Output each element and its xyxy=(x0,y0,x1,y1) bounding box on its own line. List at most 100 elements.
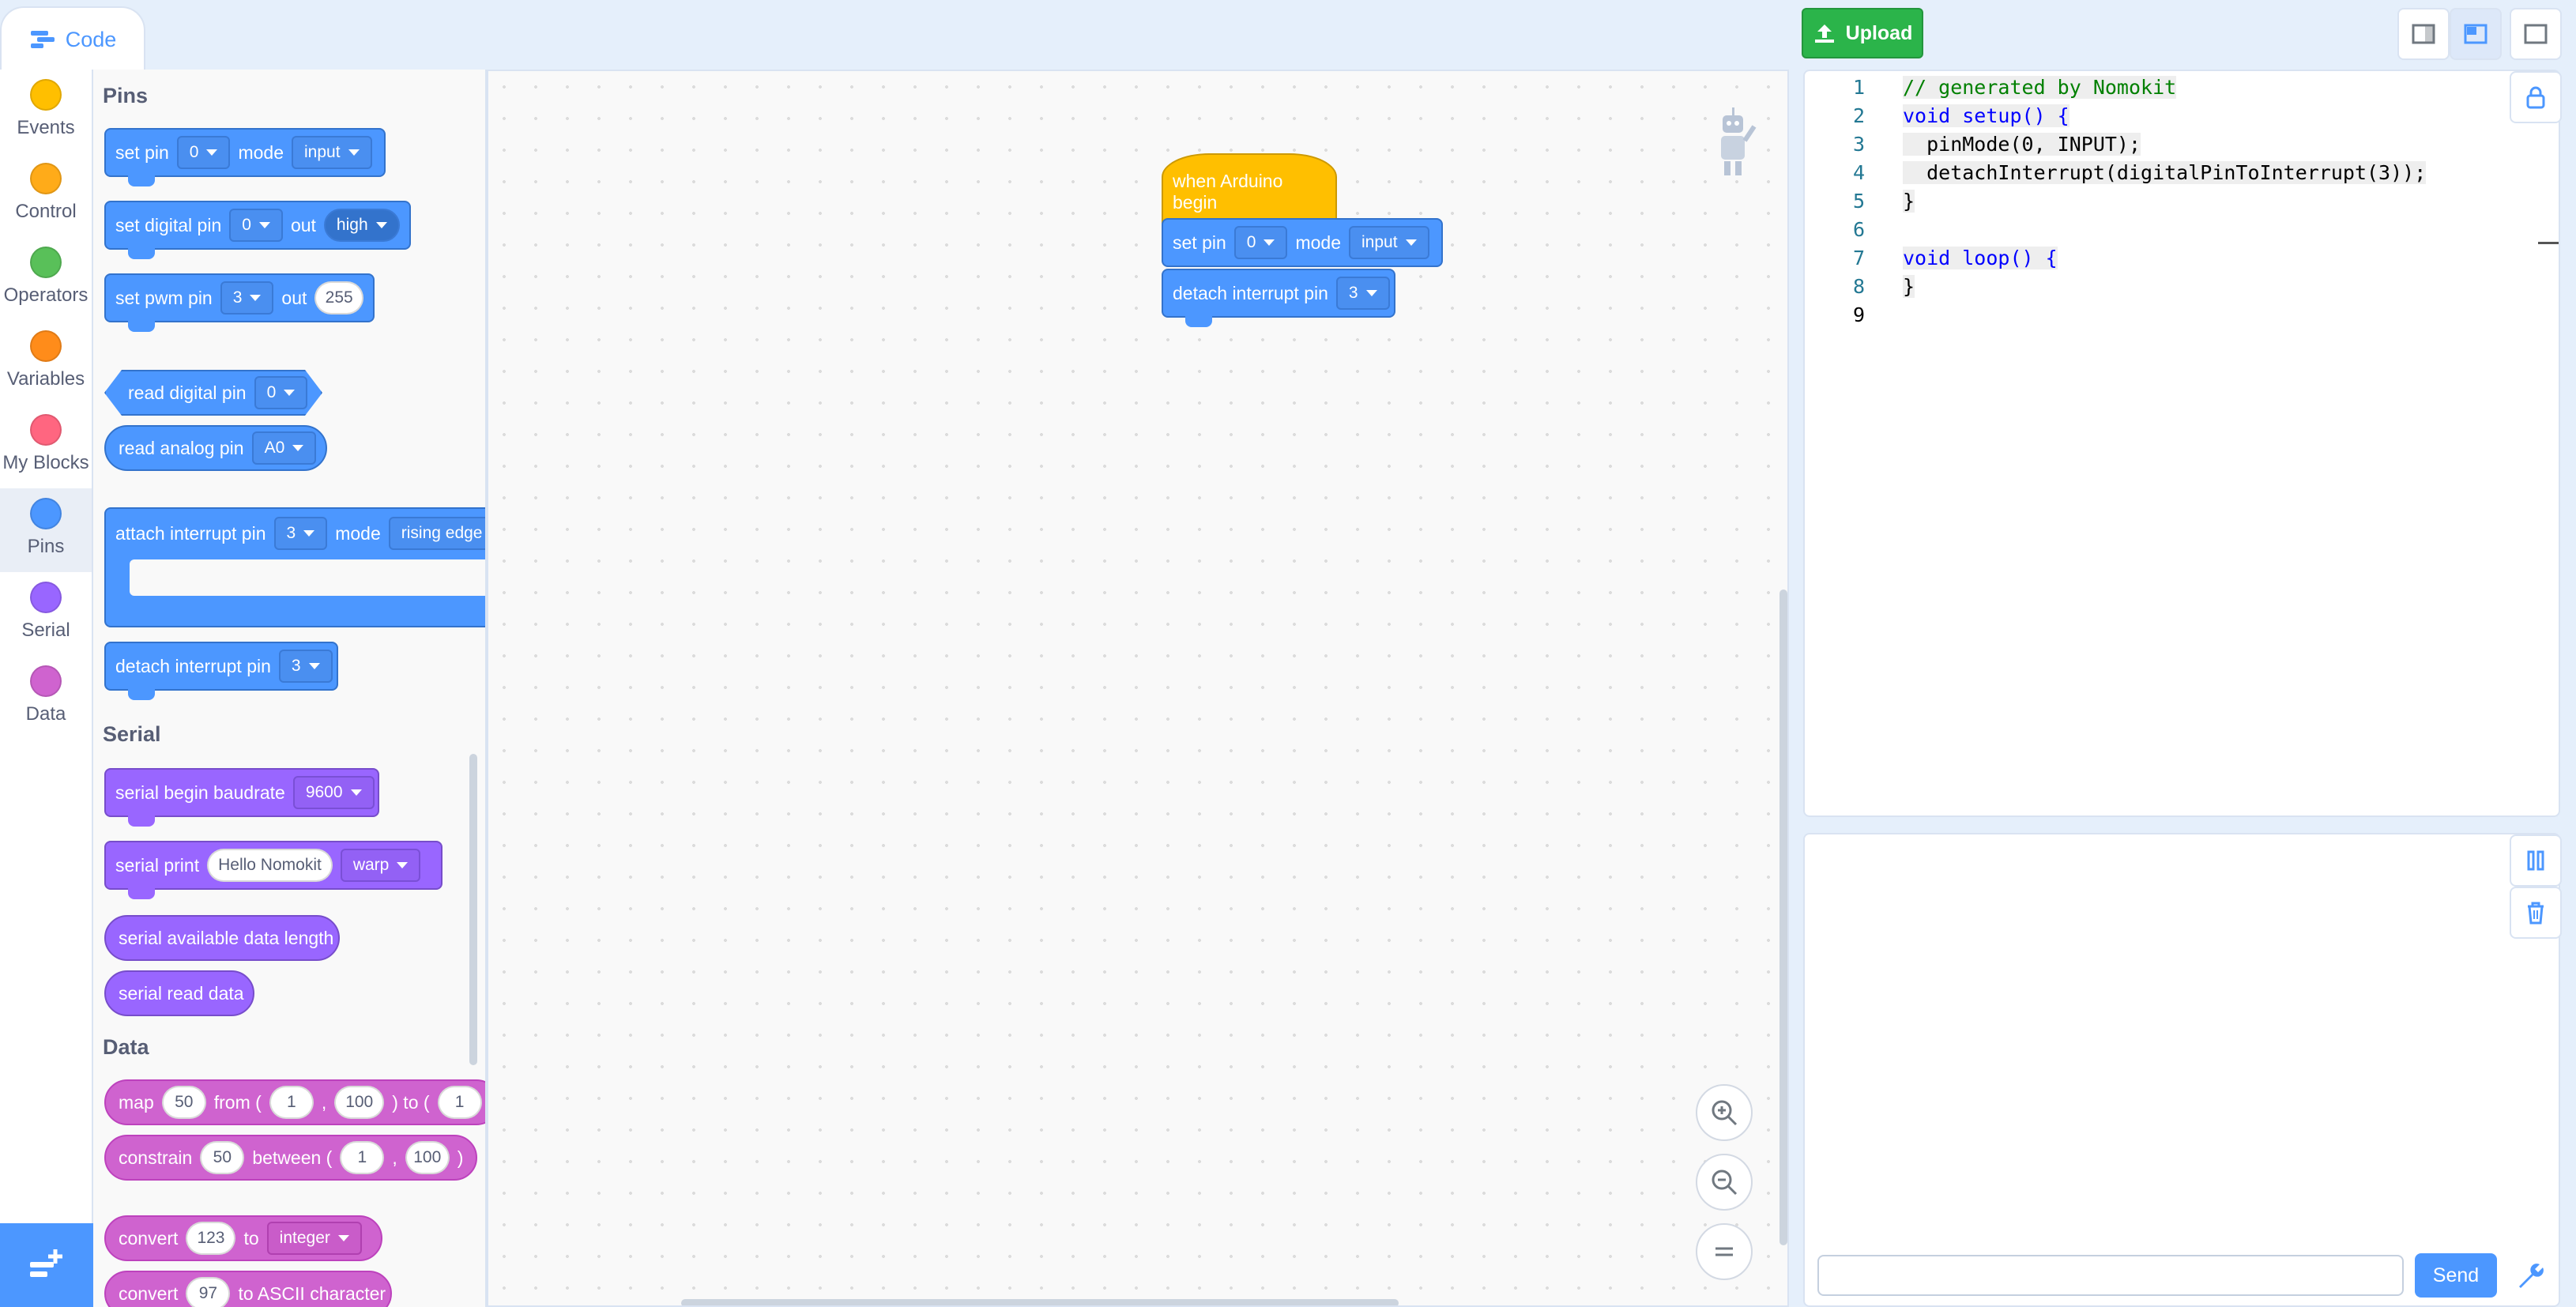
pin-dropdown[interactable]: 3 xyxy=(278,650,333,683)
pins-section-title: Pins xyxy=(103,84,149,107)
set-pwm-pin-block[interactable]: set pwm pin 3 out 255 xyxy=(104,273,375,332)
serial-available-block[interactable]: serial available data length xyxy=(104,915,340,961)
pin-dropdown[interactable]: 3 xyxy=(220,281,274,315)
convert-block[interactable]: convert 123 to integer xyxy=(104,1215,382,1261)
layout-full-button[interactable] xyxy=(2510,8,2562,60)
tab-code[interactable]: Code xyxy=(0,6,145,71)
map-value-input[interactable]: 50 xyxy=(161,1086,206,1119)
level-dropdown[interactable]: high xyxy=(323,209,400,242)
block-notch xyxy=(128,815,155,827)
zoom-in-button[interactable] xyxy=(1696,1084,1753,1141)
layout-full-icon xyxy=(2524,24,2548,44)
serial-read-block[interactable]: serial read data xyxy=(104,970,254,1016)
workspace-horizontal-scrollbar[interactable] xyxy=(681,1299,1399,1305)
pin-dropdown[interactable]: 3 xyxy=(1335,277,1390,310)
convert-type-dropdown[interactable]: integer xyxy=(266,1222,362,1255)
pin-dropdown[interactable]: 0 xyxy=(254,376,308,409)
convert-value-input[interactable]: 123 xyxy=(186,1222,236,1255)
dropdown-arrow-icon xyxy=(250,295,262,301)
pin-dropdown[interactable]: A0 xyxy=(251,431,317,465)
constrain-high-input[interactable]: 100 xyxy=(405,1141,450,1174)
category-serial[interactable]: Serial xyxy=(0,572,92,656)
attach-interrupt-block[interactable]: attach interrupt pin 3 mode rising edge xyxy=(104,507,485,627)
dropdown-arrow-icon xyxy=(375,222,387,228)
constrain-value-input[interactable]: 50 xyxy=(200,1141,245,1174)
dropdown-arrow-icon xyxy=(284,390,295,396)
dropdown-value: input xyxy=(304,143,341,161)
events-dot-icon xyxy=(30,79,62,111)
map-from-high-input[interactable]: 100 xyxy=(334,1086,385,1119)
dropdown-arrow-icon xyxy=(348,149,360,156)
robot-mascot-icon xyxy=(1721,107,1757,175)
code-line: pinMode(0, INPUT); xyxy=(1903,133,2141,156)
print-mode-dropdown[interactable]: warp xyxy=(340,849,421,882)
pause-serial-button[interactable] xyxy=(2510,834,2562,887)
dropdown-value: 3 xyxy=(291,657,301,675)
map-block[interactable]: map 50 from ( 1 , 100 ) to ( 1 xyxy=(104,1079,485,1125)
constrain-block[interactable]: constrain 50 between ( 1 , 100 ) xyxy=(104,1135,477,1181)
serial-input[interactable] xyxy=(1817,1255,2404,1296)
clear-serial-button[interactable] xyxy=(2510,887,2562,939)
workspace-vertical-scrollbar[interactable] xyxy=(1779,589,1787,1245)
data-section-title: Data xyxy=(103,1035,149,1059)
palette-scrollbar[interactable] xyxy=(469,754,477,1065)
serial-dot-icon xyxy=(30,582,62,613)
script-workspace[interactable]: when Arduino begin set pin 0 mode input … xyxy=(487,70,1789,1307)
category-variables[interactable]: Variables xyxy=(0,321,92,405)
constrain-low-input[interactable]: 1 xyxy=(340,1141,385,1174)
set-digital-pin-block[interactable]: set digital pin 0 out high xyxy=(104,201,411,259)
pwm-value-input[interactable]: 255 xyxy=(314,281,363,315)
category-events[interactable]: Events xyxy=(0,70,92,153)
edge-dropdown[interactable]: rising edge xyxy=(388,517,485,550)
workspace-set-pin-block[interactable]: set pin 0 mode input xyxy=(1162,218,1443,267)
detach-interrupt-block[interactable]: detach interrupt pin 3 xyxy=(104,642,338,700)
serial-input-field[interactable] xyxy=(1819,1256,2402,1294)
map-from-low-input[interactable]: 1 xyxy=(269,1086,314,1119)
set-pin-block[interactable]: set pin 0 mode input xyxy=(104,128,386,186)
layout-code-button[interactable] xyxy=(2450,8,2502,60)
map-to-low-input[interactable]: 1 xyxy=(437,1086,482,1119)
category-data[interactable]: Data xyxy=(0,656,92,740)
category-operators[interactable]: Operators xyxy=(0,237,92,321)
zoom-out-button[interactable] xyxy=(1696,1154,1753,1211)
block-label: detach interrupt pin xyxy=(115,655,271,676)
print-text-input[interactable]: Hello Nomokit xyxy=(207,849,333,882)
category-label: Control xyxy=(15,201,77,222)
lock-code-button[interactable] xyxy=(2510,71,2562,123)
block-label: read digital pin xyxy=(128,382,247,403)
control-dot-icon xyxy=(30,163,62,194)
convert-ascii-value-input[interactable]: 97 xyxy=(186,1277,231,1307)
block-label: ) to ( xyxy=(392,1091,430,1113)
pin-dropdown[interactable]: 3 xyxy=(273,517,328,550)
add-extension-button[interactable] xyxy=(0,1223,93,1307)
serial-settings-button[interactable] xyxy=(2508,1253,2552,1298)
read-analog-pin-block[interactable]: read analog pin A0 xyxy=(104,425,327,471)
baudrate-dropdown[interactable]: 9600 xyxy=(292,776,375,809)
convert-ascii-block[interactable]: convert 97 to ASCII character xyxy=(104,1271,392,1307)
zoom-reset-button[interactable] xyxy=(1696,1223,1753,1280)
mode-dropdown[interactable]: input xyxy=(292,136,372,169)
pin-dropdown[interactable]: 0 xyxy=(1233,226,1288,259)
send-button[interactable]: Send xyxy=(2415,1253,2497,1298)
upload-button[interactable]: Upload xyxy=(1802,8,1923,58)
pin-dropdown[interactable]: 0 xyxy=(229,209,283,242)
category-pins[interactable]: Pins xyxy=(0,488,92,572)
code-line: void setup() { xyxy=(1903,104,2069,127)
workspace-detach-interrupt-block[interactable]: detach interrupt pin 3 xyxy=(1162,269,1395,327)
line-number: 3 xyxy=(1852,133,1865,156)
read-digital-pin-block[interactable]: read digital pin 0 xyxy=(104,370,322,416)
my-blocks-dot-icon xyxy=(30,414,62,446)
code-editor[interactable]: 1 2 3 4 5 6 7 8 9 // generated by Nomoki… xyxy=(1803,70,2560,817)
block-label: constrain xyxy=(119,1147,193,1168)
layout-small-stage-button[interactable] xyxy=(2397,8,2450,60)
category-control[interactable]: Control xyxy=(0,153,92,237)
zoom-reset-icon xyxy=(1715,1247,1733,1256)
block-label: to ASCII character xyxy=(238,1283,386,1304)
pin-dropdown[interactable]: 0 xyxy=(176,136,231,169)
trash-icon xyxy=(2528,902,2544,925)
serial-begin-block[interactable]: serial begin baudrate 9600 xyxy=(104,768,379,827)
serial-print-block[interactable]: serial print Hello Nomokit warp xyxy=(104,841,443,899)
category-my-blocks[interactable]: My Blocks xyxy=(0,405,92,488)
block-label: set pin xyxy=(115,141,169,163)
mode-dropdown[interactable]: input xyxy=(1349,226,1429,259)
